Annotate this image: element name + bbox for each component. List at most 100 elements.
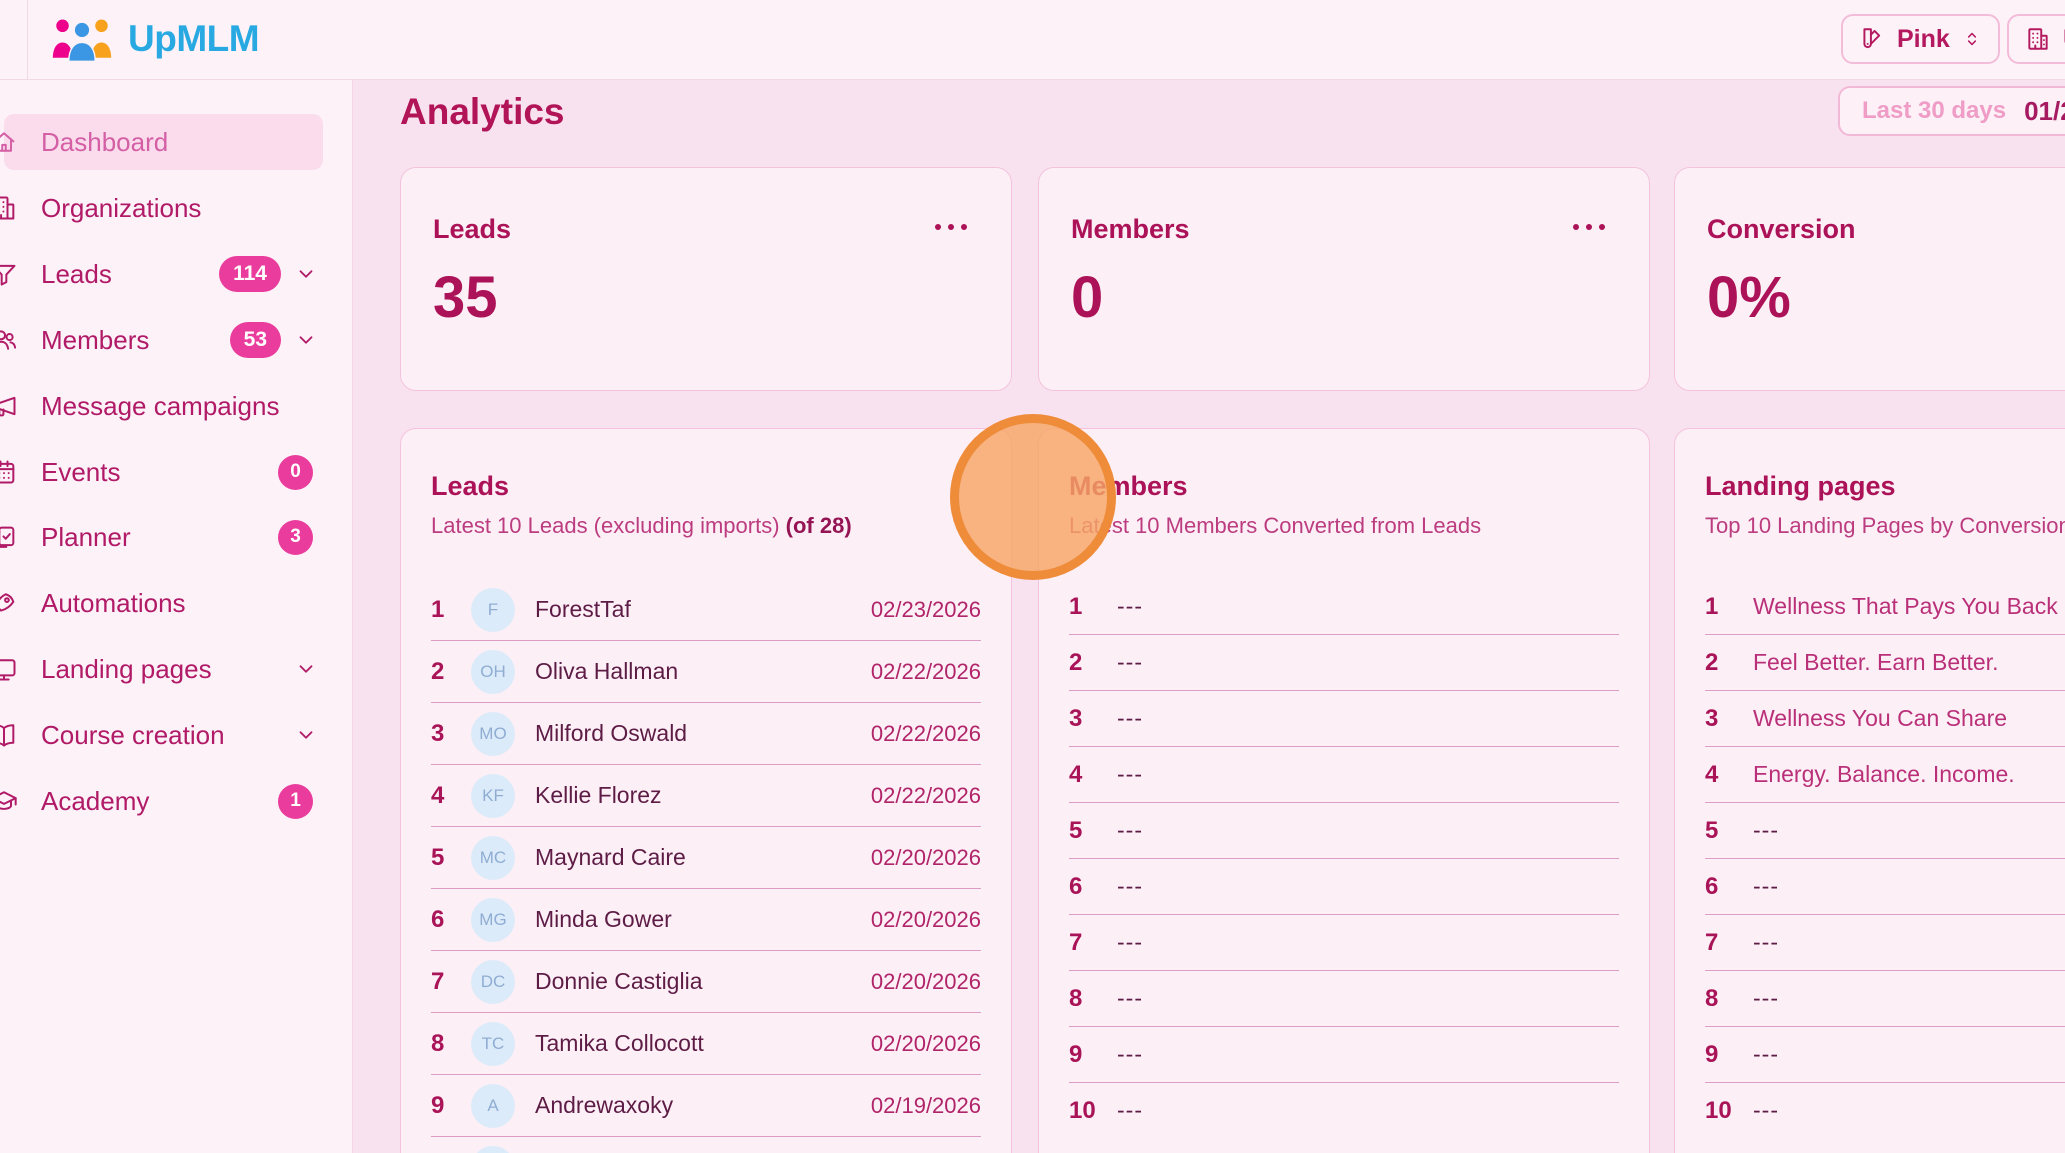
lead-row[interactable]: 10 F ForestTaf 02/16/2026: [431, 1137, 981, 1153]
lead-row[interactable]: 6 MG Minda Gower 02/20/2026: [431, 889, 981, 951]
leads-count-badge: 114: [219, 256, 281, 292]
row-rank: 2: [1705, 649, 1753, 677]
sidebar-item-academy[interactable]: Academy 1: [4, 773, 323, 829]
lead-date: 02/20/2026: [871, 1031, 981, 1057]
chevron-down-icon[interactable]: [295, 724, 317, 746]
leads-stat-card: Leads 35: [400, 167, 1012, 391]
avatar: KF: [471, 774, 515, 818]
lead-name: Tamika Collocott: [535, 1030, 871, 1057]
card-menu-button[interactable]: [931, 220, 971, 234]
landing-page-row[interactable]: 5 ---: [1705, 803, 2065, 859]
monitor-icon: [0, 655, 18, 683]
date-range-picker[interactable]: Last 30 days 01/25/20: [1838, 86, 2065, 136]
member-row: 6 ---: [1069, 859, 1619, 915]
landing-page-row[interactable]: 3 Wellness You Can Share: [1705, 691, 2065, 747]
page-title: Analytics: [400, 91, 565, 133]
lead-name: Kellie Florez: [535, 782, 871, 809]
sidebar-item-message-campaigns[interactable]: Message campaigns: [4, 378, 323, 434]
panel-subtitle: Latest 10 Members Converted from Leads: [1069, 513, 1481, 539]
lead-name: Maynard Caire: [535, 844, 871, 871]
home-icon: [0, 128, 18, 156]
lead-row[interactable]: 1 F ForestTaf 02/23/2026: [431, 579, 981, 641]
swatch-icon: [1859, 26, 1885, 52]
lead-row[interactable]: 3 MO Milford Oswald 02/22/2026: [431, 703, 981, 765]
landing-page-row[interactable]: 9 ---: [1705, 1027, 2065, 1083]
sidebar-item-planner[interactable]: Planner 3: [4, 509, 323, 565]
stat-card-value: 35: [433, 264, 498, 331]
building-icon: [0, 194, 18, 222]
lead-date: 02/20/2026: [871, 969, 981, 995]
avatar: F: [471, 1146, 515, 1153]
chevron-up-down-icon: [1962, 28, 1982, 50]
member-row: 2 ---: [1069, 635, 1619, 691]
landing-page-name: ---: [1753, 1041, 2065, 1068]
sidebar-item-members[interactable]: Members 53: [4, 312, 323, 368]
lead-row[interactable]: 5 MC Maynard Caire 02/20/2026: [431, 827, 981, 889]
planner-icon: [0, 523, 18, 551]
app-logo[interactable]: UpMLM: [50, 10, 259, 68]
landing-page-row[interactable]: 6 ---: [1705, 859, 2065, 915]
sidebar-item-label: Academy: [41, 786, 278, 817]
sidebar-item-organizations[interactable]: Organizations: [4, 180, 323, 236]
funnel-icon: [0, 260, 18, 288]
card-menu-button[interactable]: [1569, 220, 1609, 234]
landing-page-row[interactable]: 10 ---: [1705, 1083, 2065, 1139]
lead-name: Donnie Castiglia: [535, 968, 871, 995]
topbar: UpMLM Pink U: [0, 0, 2065, 80]
row-rank: 5: [1069, 817, 1117, 845]
lead-date: 02/20/2026: [871, 907, 981, 933]
chevron-down-icon[interactable]: [295, 658, 317, 680]
sidebar-item-automations[interactable]: Automations: [4, 575, 323, 631]
landing-page-name: ---: [1753, 873, 2065, 900]
sidebar-item-landing-pages[interactable]: Landing pages: [4, 641, 323, 697]
lead-row[interactable]: 8 TC Tamika Collocott 02/20/2026: [431, 1013, 981, 1075]
row-rank: 7: [1705, 929, 1753, 957]
landing-page-row[interactable]: 8 ---: [1705, 971, 2065, 1027]
organization-select-button[interactable]: U: [2007, 14, 2065, 64]
lead-row[interactable]: 2 OH Oliva Hallman 02/22/2026: [431, 641, 981, 703]
member-row: 3 ---: [1069, 691, 1619, 747]
row-rank: 6: [1069, 873, 1117, 901]
row-rank: 4: [1705, 761, 1753, 789]
row-rank: 7: [1069, 929, 1117, 957]
lead-row[interactable]: 7 DC Donnie Castiglia 02/20/2026: [431, 951, 981, 1013]
row-rank: 9: [1705, 1041, 1753, 1069]
chevron-down-icon[interactable]: [295, 263, 317, 285]
row-rank: 2: [431, 658, 467, 686]
landing-page-row[interactable]: 7 ---: [1705, 915, 2065, 971]
member-name: ---: [1117, 649, 1619, 676]
sidebar-item-course-creation[interactable]: Course creation: [4, 707, 323, 763]
row-rank: 3: [431, 720, 467, 748]
row-rank: 5: [1705, 817, 1753, 845]
sidebar-item-leads[interactable]: Leads 114: [4, 246, 323, 302]
row-rank: 8: [1069, 985, 1117, 1013]
lead-row[interactable]: 4 KF Kellie Florez 02/22/2026: [431, 765, 981, 827]
landing-page-row[interactable]: 4 Energy. Balance. Income.: [1705, 747, 2065, 803]
calendar-icon: [0, 458, 18, 486]
brand-name: UpMLM: [128, 18, 259, 60]
lead-name: ForestTaf: [535, 596, 871, 623]
lead-date: 02/19/2026: [871, 1093, 981, 1119]
row-rank: 4: [1069, 761, 1117, 789]
lead-name: Milford Oswald: [535, 720, 871, 747]
lead-date: 02/23/2026: [871, 597, 981, 623]
lead-row[interactable]: 9 A Andrewaxoky 02/19/2026: [431, 1075, 981, 1137]
theme-select-button[interactable]: Pink: [1841, 14, 2000, 64]
sidebar-item-label: Events: [41, 457, 278, 488]
row-rank: 3: [1069, 705, 1117, 733]
sidebar-item-label: Course creation: [41, 720, 281, 751]
member-row: 4 ---: [1069, 747, 1619, 803]
landing-page-row[interactable]: 1 Wellness That Pays You Back: [1705, 579, 2065, 635]
row-rank: 8: [431, 1030, 467, 1058]
sidebar-item-label: Organizations: [41, 193, 323, 224]
sidebar-item-dashboard[interactable]: Dashboard: [4, 114, 323, 170]
row-rank: 8: [1705, 985, 1753, 1013]
chevron-down-icon[interactable]: [295, 329, 317, 351]
member-name: ---: [1117, 1097, 1619, 1124]
leads-list: 1 F ForestTaf 02/23/2026 2 OH Oliva Hall…: [431, 579, 981, 1153]
sidebar-item-events[interactable]: Events 0: [4, 444, 323, 500]
conversion-stat-card: Conversion 0%: [1674, 167, 2065, 391]
members-panel: Members Latest 10 Members Converted from…: [1038, 428, 1650, 1153]
landing-page-row[interactable]: 2 Feel Better. Earn Better.: [1705, 635, 2065, 691]
sidebar-item-label: Leads: [41, 259, 219, 290]
